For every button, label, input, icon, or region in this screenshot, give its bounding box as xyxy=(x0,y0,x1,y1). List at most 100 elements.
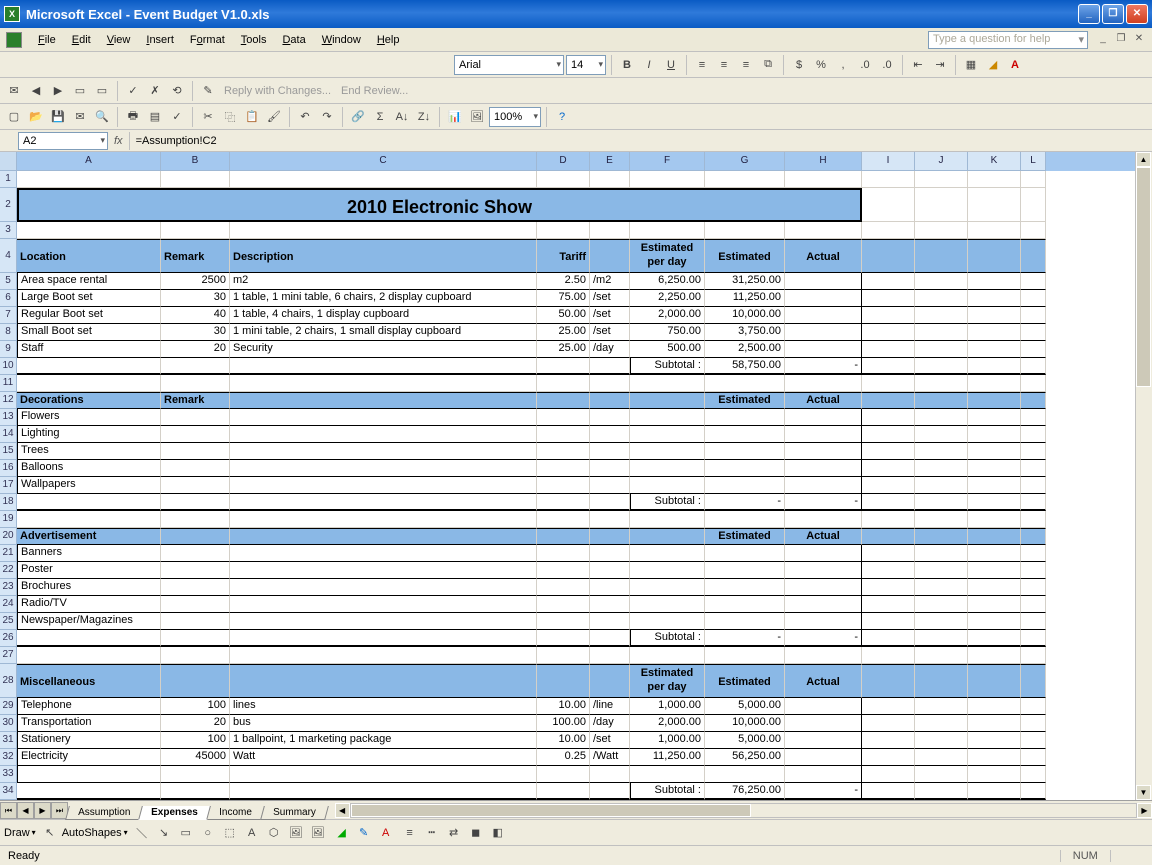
fx-icon[interactable]: fx xyxy=(114,135,123,147)
cell[interactable]: 6,250.00 xyxy=(630,273,705,290)
cell[interactable]: Poster xyxy=(17,562,161,579)
cell[interactable] xyxy=(705,426,785,443)
cell[interactable] xyxy=(537,545,590,562)
cell[interactable] xyxy=(537,579,590,596)
cell[interactable]: 5,000.00 xyxy=(705,732,785,749)
font-color-icon[interactable]: A xyxy=(376,823,396,843)
cell[interactable] xyxy=(630,426,705,443)
cell[interactable]: Large Boot set xyxy=(17,290,161,307)
cell[interactable]: 2500 xyxy=(161,273,230,290)
italic-button[interactable]: I xyxy=(639,55,659,75)
cell[interactable] xyxy=(630,460,705,477)
close-button[interactable]: ✕ xyxy=(1126,4,1148,24)
cell[interactable]: Brochures xyxy=(17,579,161,596)
line-style-icon[interactable]: ≡ xyxy=(400,823,420,843)
cell[interactable] xyxy=(630,596,705,613)
cell[interactable] xyxy=(630,562,705,579)
subtotal-label[interactable]: Subtotal : xyxy=(630,358,705,375)
row-header[interactable]: 29 xyxy=(0,698,16,715)
row-header[interactable]: 6 xyxy=(0,290,16,307)
subtotal-value[interactable]: 58,750.00 xyxy=(705,358,785,375)
cell[interactable] xyxy=(161,477,230,494)
cell[interactable] xyxy=(590,596,630,613)
row-header[interactable]: 10 xyxy=(0,358,16,375)
doc-title[interactable]: 2010 Electronic Show xyxy=(17,188,862,222)
cell[interactable]: 1 table, 4 chairs, 1 display cupboard xyxy=(230,307,537,324)
col-header[interactable]: C xyxy=(230,152,537,171)
col-header[interactable]: L xyxy=(1021,152,1046,171)
row-header[interactable]: 12 xyxy=(0,392,16,409)
hscroll-thumb[interactable] xyxy=(351,804,751,817)
cell[interactable] xyxy=(785,273,862,290)
cell[interactable]: /Watt xyxy=(590,749,630,766)
menu-format[interactable]: Format xyxy=(182,32,233,48)
col-header[interactable]: B xyxy=(161,152,230,171)
bold-button[interactable]: B xyxy=(617,55,637,75)
merge-button[interactable]: ⧉ xyxy=(758,55,778,75)
row-header[interactable]: 22 xyxy=(0,562,16,579)
cell[interactable] xyxy=(161,613,230,630)
hdr-est-day[interactable]: Estimated per day xyxy=(630,239,705,273)
row-header[interactable]: 20 xyxy=(0,528,16,545)
help-search[interactable]: Type a question for help xyxy=(928,31,1088,49)
align-center-button[interactable]: ≡ xyxy=(714,55,734,75)
inc-indent-button[interactable]: ⇥ xyxy=(930,55,950,75)
row-header[interactable]: 14 xyxy=(0,426,16,443)
cell[interactable] xyxy=(537,596,590,613)
row-header[interactable]: 24 xyxy=(0,596,16,613)
cell[interactable]: Security xyxy=(230,341,537,358)
cell[interactable]: 3,750.00 xyxy=(705,324,785,341)
cell[interactable] xyxy=(785,613,862,630)
show-all-icon[interactable]: ▭ xyxy=(92,81,112,101)
accept-icon[interactable]: ✓ xyxy=(123,81,143,101)
cell[interactable] xyxy=(590,545,630,562)
redo-button[interactable]: ↷ xyxy=(317,107,337,127)
cell[interactable] xyxy=(785,307,862,324)
cell[interactable]: Radio/TV xyxy=(17,596,161,613)
hdr-remark[interactable]: Remark xyxy=(161,239,230,273)
cell[interactable]: Wallpapers xyxy=(17,477,161,494)
cell[interactable] xyxy=(705,613,785,630)
cell[interactable] xyxy=(537,613,590,630)
cell[interactable] xyxy=(161,460,230,477)
tab-first-icon[interactable]: ⏮ xyxy=(0,802,17,819)
row-header[interactable]: 17 xyxy=(0,477,16,494)
row-header[interactable]: 34 xyxy=(0,783,16,800)
cell[interactable]: 50.00 xyxy=(537,307,590,324)
row-header[interactable]: 9 xyxy=(0,341,16,358)
email-button[interactable]: ✉ xyxy=(70,107,90,127)
cell[interactable] xyxy=(705,596,785,613)
cell[interactable] xyxy=(785,749,862,766)
inc-decimal-button[interactable]: .0 xyxy=(855,55,875,75)
comma-button[interactable]: , xyxy=(833,55,853,75)
cell[interactable]: Area space rental xyxy=(17,273,161,290)
col-header[interactable]: F xyxy=(630,152,705,171)
send-icon[interactable]: ✎ xyxy=(198,81,218,101)
cell[interactable] xyxy=(630,545,705,562)
search-button[interactable]: 🔍 xyxy=(92,107,112,127)
cell[interactable] xyxy=(161,443,230,460)
cell[interactable]: 20 xyxy=(161,715,230,732)
cell[interactable] xyxy=(705,545,785,562)
cell[interactable]: 5,000.00 xyxy=(705,698,785,715)
sheet-tab-assumption[interactable]: Assumption xyxy=(65,806,143,820)
row-header[interactable]: 27 xyxy=(0,647,16,664)
row-header[interactable]: 28 xyxy=(0,664,16,698)
cell[interactable] xyxy=(785,324,862,341)
row-header[interactable]: 33 xyxy=(0,766,16,783)
zoom-select[interactable]: 100% xyxy=(489,107,541,127)
row-header[interactable]: 23 xyxy=(0,579,16,596)
preview-button[interactable]: ▤ xyxy=(145,107,165,127)
cell[interactable]: 25.00 xyxy=(537,324,590,341)
row-header[interactable]: 30 xyxy=(0,715,16,732)
rectangle-icon[interactable]: ▭ xyxy=(176,823,196,843)
cell[interactable] xyxy=(230,426,537,443)
menu-help[interactable]: Help xyxy=(369,32,408,48)
select-all-corner[interactable] xyxy=(0,152,16,171)
cell[interactable]: Electricity xyxy=(17,749,161,766)
cell[interactable] xyxy=(537,562,590,579)
cell[interactable]: Telephone xyxy=(17,698,161,715)
cell[interactable]: 2.50 xyxy=(537,273,590,290)
cell[interactable]: 30 xyxy=(161,290,230,307)
cell[interactable]: Lighting xyxy=(17,426,161,443)
